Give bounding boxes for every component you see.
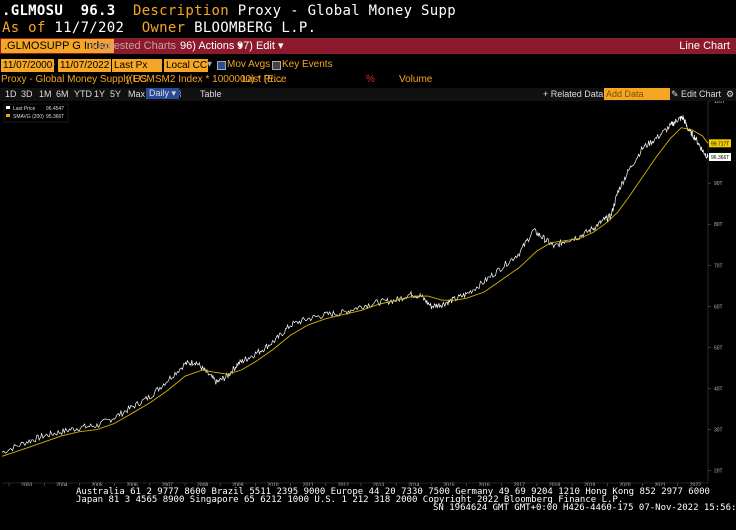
series-smavg-200: [1, 127, 709, 457]
period-5y[interactable]: 5Y: [110, 89, 121, 99]
edit-chart-button[interactable]: Edit Chart: [681, 89, 721, 99]
currency-select[interactable]: Local CCY: [164, 59, 214, 72]
legend-label-last-price: Last Price: [13, 106, 35, 112]
chart-type-label: Line Chart: [679, 40, 730, 52]
actions-label: 96) Actions: [180, 40, 235, 52]
description-label: Description: [132, 3, 229, 19]
asof-label: As of: [2, 20, 46, 36]
owner: BLOOMBERG L.P.: [194, 20, 317, 36]
footer-session: SN 1964624 GMT GMT+0:00 H426-4460-175 07…: [433, 503, 736, 513]
last-value-label: 96.366T: [711, 155, 729, 161]
period-max[interactable]: Max: [128, 89, 145, 99]
related-data-button[interactable]: + Related Data ▾: [543, 89, 610, 100]
y-tick-label: 90T: [714, 181, 723, 187]
period-ytd[interactable]: YTD: [74, 89, 92, 99]
last-value-label: 99.717T: [711, 141, 729, 147]
related-data-label: + Related Data: [543, 89, 604, 99]
asof-date: 11/7/202: [54, 20, 125, 36]
period-toolbar: 1D 3D 1M 6M YTD 1Y 5Y Max Daily ▾ ⌇ Tabl…: [0, 88, 736, 101]
ticker: .GLMOSU: [2, 3, 64, 19]
owner-label: Owner: [141, 20, 186, 36]
legend: Last Price 96.4547 SMAVG (200) 95.366T: [3, 103, 69, 123]
y-tick-label: 50T: [714, 345, 723, 351]
frequency-label: Daily: [149, 88, 170, 98]
chevron-down-icon[interactable]: ▾: [207, 59, 212, 70]
price-field-select[interactable]: Last Px: [112, 59, 162, 72]
period-1y[interactable]: 1Y: [94, 89, 105, 99]
period-3d[interactable]: 3D: [21, 89, 33, 99]
footer: Australia 61 2 9777 8600 Brazil 5511 239…: [0, 485, 736, 530]
y-tick-label: 70T: [714, 263, 723, 269]
asof-line: As of 11/7/202 Owner BLOOMBERG L.P.: [2, 20, 316, 36]
edit-label: 97) Edit: [237, 40, 275, 52]
y-tick-label: 60T: [714, 304, 723, 310]
period-6m[interactable]: 6M: [56, 89, 69, 99]
plot-layer: 20T30T40T50T60T70T80T90T100T110T20032004…: [1, 101, 731, 486]
legend-swatch-smavg: [6, 114, 10, 117]
y-tick-label: 40T: [714, 387, 723, 393]
y-tick-label: 30T: [714, 428, 723, 434]
y-tick-label: 80T: [714, 222, 723, 228]
legend-value-last-price: 96.4547: [46, 106, 64, 112]
chart-area: Last Price 96.4547 SMAVG (200) 95.366T 2…: [1, 101, 731, 486]
settings-icon[interactable]: ⚙: [726, 89, 734, 100]
start-date-field[interactable]: 11/07/2000: [1, 59, 55, 72]
key-events-checkbox[interactable]: [272, 61, 281, 70]
mov-avgs-label: Mov Avgs: [227, 59, 271, 70]
frequency-select[interactable]: Daily ▾: [146, 88, 180, 99]
add-data-input[interactable]: Add Data: [604, 88, 670, 100]
legend-value-smavg: 95.366T: [46, 114, 64, 120]
mov-avgs-checkbox[interactable]: [217, 61, 226, 70]
actions-menu[interactable]: 96) Actions ▾: [180, 39, 243, 53]
edit-menu[interactable]: 97) Edit ▾: [237, 39, 284, 53]
percent-label: %: [366, 74, 375, 85]
legend-swatch-last-price: [6, 106, 10, 109]
end-date-field[interactable]: 11/07/2022: [58, 59, 112, 72]
date-separator: -: [52, 59, 56, 70]
key-events-label: Key Events: [282, 59, 333, 70]
last-price-label: Last Price: [242, 74, 287, 85]
series-last-price: [1, 115, 709, 454]
chevron-down-icon: ▾: [277, 40, 284, 52]
description: Proxy - Global Money Supp: [237, 3, 456, 19]
pencil-icon: ✎: [671, 89, 679, 99]
y-tick-label: 110T: [714, 101, 725, 105]
volume-label: Volume: [399, 74, 433, 85]
line-chart-icon[interactable]: ⌇: [178, 89, 182, 100]
price: 96.3: [80, 3, 116, 19]
settings-row: 11/07/2000 - 11/07/2022 Last Px Local CC…: [0, 59, 736, 73]
title-line: .GLMOSU 96.3 Description Proxy - Global …: [2, 3, 456, 19]
series-row: Proxy - Global Money Supply US ((ECMSM2 …: [0, 74, 736, 87]
table-button[interactable]: Table: [200, 89, 222, 99]
suggested-charts-button[interactable]: Suggested Charts: [88, 39, 176, 53]
period-1m[interactable]: 1M: [39, 89, 52, 99]
period-1d[interactable]: 1D: [5, 89, 17, 99]
y-tick-label: 20T: [714, 469, 723, 475]
command-bar: .GLMOSUPP G Index Suggested Charts 96) A…: [0, 38, 736, 54]
legend-label-smavg: SMAVG (200): [13, 114, 44, 120]
